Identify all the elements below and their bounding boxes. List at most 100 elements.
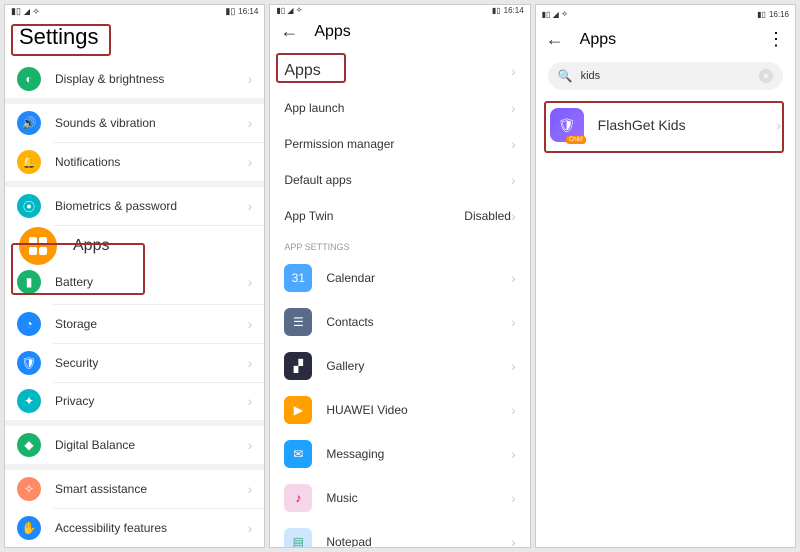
chevron-right-icon: › <box>511 270 516 286</box>
chevron-right-icon: › <box>248 115 253 131</box>
chevron-right-icon: › <box>248 154 253 170</box>
chevron-right-icon: › <box>511 314 516 330</box>
wifi-icon: ⟡ <box>297 5 302 15</box>
result-label: FlashGet Kids <box>598 117 777 133</box>
row-label: App launch <box>284 101 511 115</box>
row-label: Apps <box>73 237 252 255</box>
messaging-icon: ✉ <box>284 440 312 468</box>
calendar-icon: 31 <box>284 264 312 292</box>
page-title: Settings <box>5 18 264 60</box>
status-time: 16:14 <box>238 7 258 16</box>
biometrics-icon: ⦿ <box>17 194 41 218</box>
clear-icon[interactable]: ✕ <box>759 69 773 83</box>
statusbar: ▮▯ ◢ ⟡ ▮▯ 16:16 <box>536 5 795 23</box>
row-privacy[interactable]: ✦ Privacy › <box>5 382 264 420</box>
battery-icon: ▮▯ <box>492 6 501 15</box>
smart-assist-icon: ✧ <box>17 477 41 501</box>
chevron-right-icon: › <box>511 136 516 152</box>
row-label: Storage <box>55 317 248 331</box>
child-badge: Child <box>566 136 586 144</box>
chevron-right-icon: › <box>248 71 253 87</box>
header: ← Apps ⋮ <box>536 23 795 56</box>
back-icon[interactable]: ← <box>546 29 564 50</box>
row-label: Display & brightness <box>55 72 248 86</box>
row-label: Battery <box>55 275 248 289</box>
app-label: Calendar <box>326 271 511 285</box>
sound-icon: 🔊 <box>17 111 41 135</box>
app-row-messaging[interactable]: ✉ Messaging › <box>270 432 529 476</box>
signal-icon: ▮▯ <box>11 6 21 17</box>
row-notifications[interactable]: 🔔 Notifications › <box>5 143 264 181</box>
app-row-notepad[interactable]: ▤ Notepad › <box>270 520 529 548</box>
section-header: APP SETTINGS <box>270 234 529 256</box>
row-label: Notifications <box>55 155 248 169</box>
battery-icon: ▮▯ <box>225 6 235 17</box>
contacts-icon: ☰ <box>284 308 312 336</box>
row-label: Privacy <box>55 394 248 408</box>
statusbar: ▮▯ ◢ ⟡ ▮▯ 16:14 <box>270 5 529 15</box>
chevron-right-icon: › <box>511 490 516 506</box>
section-row-apps[interactable]: Apps › <box>270 48 529 90</box>
header: ← Apps <box>270 15 529 48</box>
chevron-right-icon: › <box>248 437 253 453</box>
video-icon: ▶ <box>284 396 312 424</box>
search-input[interactable] <box>581 70 751 82</box>
row-storage[interactable]: ◔ Storage › <box>5 305 264 343</box>
row-label: Security <box>55 356 248 370</box>
row-label: Sounds & vibration <box>55 116 248 130</box>
row-battery[interactable]: ▮ Battery › <box>5 266 264 304</box>
back-icon[interactable]: ← <box>280 21 298 42</box>
screen-apps-search: ▮▯ ◢ ⟡ ▮▯ 16:16 ← Apps ⋮ 🔍 ✕ 🛡 Child Fla… <box>535 4 796 548</box>
status-time: 16:14 <box>504 6 524 15</box>
status-time: 16:16 <box>769 10 789 19</box>
apps-icon <box>19 227 57 265</box>
app-label: Music <box>326 491 511 505</box>
privacy-icon: ✦ <box>17 389 41 413</box>
app-row-gallery[interactable]: ▞ Gallery › <box>270 344 529 388</box>
row-label: Permission manager <box>284 137 511 151</box>
app-row-calendar[interactable]: 31 Calendar › <box>270 256 529 300</box>
section-row-permission[interactable]: Permission manager › <box>270 126 529 162</box>
row-digital-balance[interactable]: ◆ Digital Balance › <box>5 426 264 464</box>
app-row-contacts[interactable]: ☰ Contacts › <box>270 300 529 344</box>
search-bar[interactable]: 🔍 ✕ <box>548 62 783 90</box>
signal-icon: ▮▯ ◢ <box>542 10 559 19</box>
chevron-right-icon: › <box>511 208 516 224</box>
section-row-app-launch[interactable]: App launch › <box>270 90 529 126</box>
statusbar: ▮▯ ◢ ⟡ ▮▯ 16:14 <box>5 5 264 18</box>
row-security[interactable]: 🛡 Security › <box>5 344 264 382</box>
notepad-icon: ▤ <box>284 528 312 548</box>
row-display[interactable]: ◐ Display & brightness › <box>5 60 264 98</box>
more-icon[interactable]: ⋮ <box>767 29 785 50</box>
chevron-right-icon: › <box>511 534 516 548</box>
screen-settings: ▮▯ ◢ ⟡ ▮▯ 16:14 Settings ◐ Display & bri… <box>4 4 265 548</box>
bell-icon: 🔔 <box>17 150 41 174</box>
battery-icon: ▮▯ <box>757 10 766 19</box>
chevron-right-icon: › <box>248 274 253 290</box>
chevron-right-icon: › <box>511 358 516 374</box>
chevron-right-icon: › <box>511 172 516 188</box>
row-smart-assist[interactable]: ✧ Smart assistance › <box>5 470 264 508</box>
row-accessibility[interactable]: ✋ Accessibility features › <box>5 509 264 547</box>
row-biometrics[interactable]: ⦿ Biometrics & password › <box>5 187 264 225</box>
signal-icon: ◢ <box>24 7 30 16</box>
row-sounds[interactable]: 🔊 Sounds & vibration › <box>5 104 264 142</box>
security-icon: 🛡 <box>17 351 41 375</box>
row-apps[interactable]: Apps <box>5 226 264 266</box>
chevron-right-icon: › <box>511 63 516 79</box>
row-label: App Twin <box>284 209 464 223</box>
section-row-default[interactable]: Default apps › <box>270 162 529 198</box>
row-label: Digital Balance <box>55 438 248 452</box>
result-row-flashget[interactable]: 🛡 Child FlashGet Kids › <box>536 96 795 154</box>
chevron-right-icon: › <box>511 402 516 418</box>
row-label: Accessibility features <box>55 521 248 535</box>
storage-icon: ◔ <box>17 312 41 336</box>
chevron-right-icon: › <box>248 198 253 214</box>
app-row-huawei-video[interactable]: ▶ HUAWEI Video › <box>270 388 529 432</box>
screen-apps: ▮▯ ◢ ⟡ ▮▯ 16:14 ← Apps Apps › App launch… <box>269 4 530 548</box>
header-title: Apps <box>580 31 616 49</box>
section-row-apptwin[interactable]: App Twin Disabled › <box>270 198 529 234</box>
row-label: Default apps <box>284 173 511 187</box>
app-row-music[interactable]: ♪ Music › <box>270 476 529 520</box>
header-title: Apps <box>314 23 350 41</box>
